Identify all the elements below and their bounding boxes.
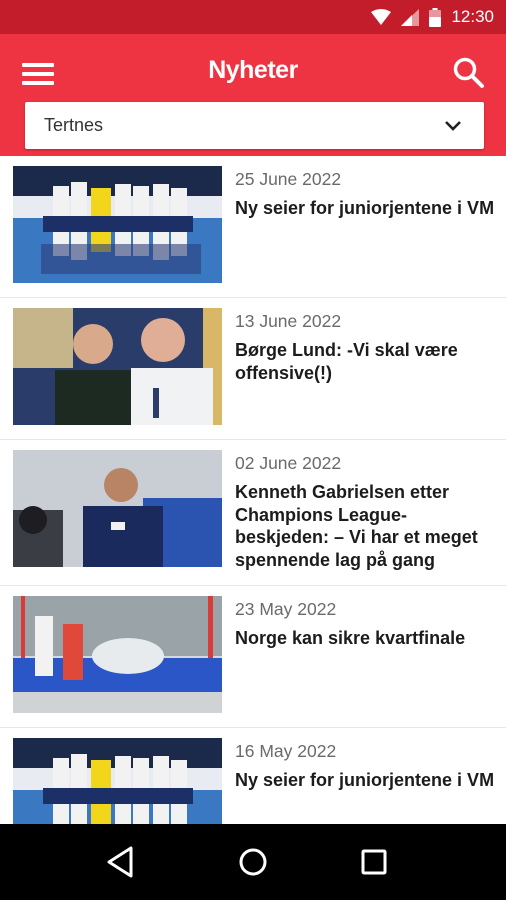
news-title: Ny seier for juniorjentene i VM xyxy=(235,770,495,790)
news-date: 13 June 2022 xyxy=(235,311,342,331)
news-title: Norge kan sikre kvartfinale xyxy=(235,628,466,648)
wifi-icon xyxy=(371,8,392,25)
news-item[interactable]: 02 June 2022 Kenneth Gabrielsen etter Ch… xyxy=(0,440,506,586)
team-filter-value: Tertnes xyxy=(44,115,104,135)
news-item[interactable]: 16 May 2022 Ny seier for juniorjentene i… xyxy=(0,728,506,824)
status-bar: 12:30 xyxy=(0,0,506,34)
news-title: Kenneth Gabrielsen etter Champions Leagu… xyxy=(235,482,478,570)
news-date: 23 May 2022 xyxy=(235,599,337,619)
team-filter-dropdown[interactable]: Tertnes xyxy=(25,102,484,149)
news-thumbnail xyxy=(13,738,222,824)
navigation-bar xyxy=(0,824,506,900)
search-icon[interactable] xyxy=(452,56,486,90)
news-date: 02 June 2022 xyxy=(235,453,342,473)
news-title: Børge Lund: -Vi skal være offensive(!) xyxy=(235,340,458,383)
news-date: 25 June 2022 xyxy=(235,169,342,189)
news-thumbnail xyxy=(13,308,222,425)
news-thumbnail xyxy=(13,166,222,283)
news-item[interactable]: 23 May 2022 Norge kan sikre kvartfinale xyxy=(0,586,506,728)
signal-icon xyxy=(401,8,420,26)
news-thumbnail xyxy=(13,596,222,713)
news-title: Ny seier for juniorjentene i VM xyxy=(235,198,495,218)
home-circle-icon[interactable] xyxy=(235,844,271,880)
battery-icon xyxy=(429,7,442,27)
news-thumbnail xyxy=(13,450,222,567)
news-date: 16 May 2022 xyxy=(235,741,337,761)
back-triangle-icon[interactable] xyxy=(104,844,140,880)
page-title: Nyheter xyxy=(208,56,298,84)
news-list: 25 June 2022 Ny seier for juniorjentene … xyxy=(0,156,506,824)
recents-square-icon[interactable] xyxy=(356,844,392,880)
status-time: 12:30 xyxy=(451,7,494,26)
news-item[interactable]: 25 June 2022 Ny seier for juniorjentene … xyxy=(0,156,506,298)
app-bar: Nyheter Tertnes xyxy=(0,34,506,156)
chevron-down-icon xyxy=(445,121,461,131)
news-item[interactable]: 13 June 2022 Børge Lund: -Vi skal være o… xyxy=(0,298,506,440)
